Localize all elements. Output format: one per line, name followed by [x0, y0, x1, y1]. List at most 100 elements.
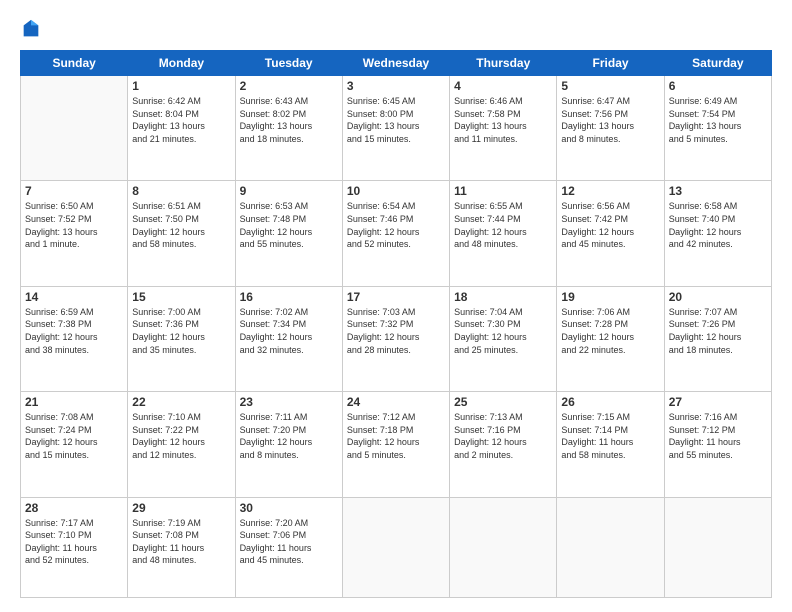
calendar-cell: 9 Sunrise: 6:53 AM Sunset: 7:48 PM Daylig…: [235, 181, 342, 286]
calendar-cell: 29 Sunrise: 7:19 AM Sunset: 7:08 PM Dayli…: [128, 497, 235, 597]
calendar-cell: 16 Sunrise: 7:02 AM Sunset: 7:34 PM Dayli…: [235, 286, 342, 391]
day-info: Sunrise: 7:17 AM Sunset: 7:10 PM Dayligh…: [25, 517, 123, 567]
day-header-monday: Monday: [128, 51, 235, 76]
day-number: 3: [347, 79, 445, 93]
day-number: 7: [25, 184, 123, 198]
day-number: 18: [454, 290, 552, 304]
day-number: 25: [454, 395, 552, 409]
page: SundayMondayTuesdayWednesdayThursdayFrid…: [0, 0, 792, 612]
calendar-cell: 28Sunrise: 7:17 AM Sunset: 7:10 PM Dayli…: [21, 497, 128, 597]
day-number: 9: [240, 184, 338, 198]
day-info: Sunrise: 7:00 AM Sunset: 7:36 PM Dayligh…: [132, 306, 230, 356]
day-header-saturday: Saturday: [664, 51, 771, 76]
day-number: 17: [347, 290, 445, 304]
calendar-cell: [342, 497, 449, 597]
week-row-2: 7 Sunrise: 6:50 AM Sunset: 7:52 PM Daylig…: [21, 181, 772, 286]
calendar-cell: 27 Sunrise: 7:16 AM Sunset: 7:12 PM Dayli…: [664, 392, 771, 497]
day-number: 29: [132, 501, 230, 515]
calendar-cell: 20 Sunrise: 7:07 AM Sunset: 7:26 PM Dayli…: [664, 286, 771, 391]
day-header-sunday: Sunday: [21, 51, 128, 76]
day-info: Sunrise: 7:13 AM Sunset: 7:16 PM Dayligh…: [454, 411, 552, 461]
day-number: 15: [132, 290, 230, 304]
day-number: 24: [347, 395, 445, 409]
logo-icon: [20, 18, 42, 40]
calendar-cell: 15 Sunrise: 7:00 AM Sunset: 7:36 PM Dayli…: [128, 286, 235, 391]
days-header-row: SundayMondayTuesdayWednesdayThursdayFrid…: [21, 51, 772, 76]
calendar-cell: 14Sunrise: 6:59 AM Sunset: 7:38 PM Dayli…: [21, 286, 128, 391]
calendar-cell: 4Sunrise: 6:46 AM Sunset: 7:58 PM Daylig…: [450, 76, 557, 181]
day-info: Sunrise: 6:51 AM Sunset: 7:50 PM Dayligh…: [132, 200, 230, 250]
day-header-friday: Friday: [557, 51, 664, 76]
day-number: 1: [132, 79, 230, 93]
day-number: 13: [669, 184, 767, 198]
calendar-cell: 8 Sunrise: 6:51 AM Sunset: 7:50 PM Daylig…: [128, 181, 235, 286]
day-number: 8: [132, 184, 230, 198]
calendar-cell: 23 Sunrise: 7:11 AM Sunset: 7:20 PM Dayli…: [235, 392, 342, 497]
calendar-cell: 6 Sunrise: 6:49 AM Sunset: 7:54 PM Daylig…: [664, 76, 771, 181]
calendar-cell: 13 Sunrise: 6:58 AM Sunset: 7:40 PM Dayli…: [664, 181, 771, 286]
calendar-cell: 24 Sunrise: 7:12 AM Sunset: 7:18 PM Dayli…: [342, 392, 449, 497]
calendar-header: SundayMondayTuesdayWednesdayThursdayFrid…: [21, 51, 772, 76]
day-info: Sunrise: 7:15 AM Sunset: 7:14 PM Dayligh…: [561, 411, 659, 461]
day-info: Sunrise: 6:43 AM Sunset: 8:02 PM Dayligh…: [240, 95, 338, 145]
week-row-5: 28Sunrise: 7:17 AM Sunset: 7:10 PM Dayli…: [21, 497, 772, 597]
day-number: 27: [669, 395, 767, 409]
calendar-cell: 11 Sunrise: 6:55 AM Sunset: 7:44 PM Dayli…: [450, 181, 557, 286]
day-number: 26: [561, 395, 659, 409]
day-info: Sunrise: 7:11 AM Sunset: 7:20 PM Dayligh…: [240, 411, 338, 461]
day-info: Sunrise: 6:49 AM Sunset: 7:54 PM Dayligh…: [669, 95, 767, 145]
calendar-cell: [557, 497, 664, 597]
day-info: Sunrise: 6:42 AM Sunset: 8:04 PM Dayligh…: [132, 95, 230, 145]
day-number: 11: [454, 184, 552, 198]
day-info: Sunrise: 6:58 AM Sunset: 7:40 PM Dayligh…: [669, 200, 767, 250]
day-info: Sunrise: 7:20 AM Sunset: 7:06 PM Dayligh…: [240, 517, 338, 567]
day-info: Sunrise: 6:47 AM Sunset: 7:56 PM Dayligh…: [561, 95, 659, 145]
day-info: Sunrise: 6:56 AM Sunset: 7:42 PM Dayligh…: [561, 200, 659, 250]
calendar-cell: 5Sunrise: 6:47 AM Sunset: 7:56 PM Daylig…: [557, 76, 664, 181]
day-number: 10: [347, 184, 445, 198]
calendar-cell: [664, 497, 771, 597]
day-number: 30: [240, 501, 338, 515]
calendar-cell: 26 Sunrise: 7:15 AM Sunset: 7:14 PM Dayli…: [557, 392, 664, 497]
day-info: Sunrise: 7:04 AM Sunset: 7:30 PM Dayligh…: [454, 306, 552, 356]
day-info: Sunrise: 7:02 AM Sunset: 7:34 PM Dayligh…: [240, 306, 338, 356]
day-number: 6: [669, 79, 767, 93]
day-info: Sunrise: 7:16 AM Sunset: 7:12 PM Dayligh…: [669, 411, 767, 461]
calendar-cell: [450, 497, 557, 597]
day-number: 12: [561, 184, 659, 198]
day-header-wednesday: Wednesday: [342, 51, 449, 76]
week-row-4: 21 Sunrise: 7:08 AM Sunset: 7:24 PM Dayli…: [21, 392, 772, 497]
day-info: Sunrise: 7:12 AM Sunset: 7:18 PM Dayligh…: [347, 411, 445, 461]
calendar-cell: 17Sunrise: 7:03 AM Sunset: 7:32 PM Dayli…: [342, 286, 449, 391]
day-number: 14: [25, 290, 123, 304]
calendar-cell: 25 Sunrise: 7:13 AM Sunset: 7:16 PM Dayli…: [450, 392, 557, 497]
calendar-cell: 10 Sunrise: 6:54 AM Sunset: 7:46 PM Dayli…: [342, 181, 449, 286]
day-number: 22: [132, 395, 230, 409]
header: [20, 18, 772, 40]
day-info: Sunrise: 6:53 AM Sunset: 7:48 PM Dayligh…: [240, 200, 338, 250]
calendar-cell: 18 Sunrise: 7:04 AM Sunset: 7:30 PM Dayli…: [450, 286, 557, 391]
day-number: 16: [240, 290, 338, 304]
day-info: Sunrise: 7:10 AM Sunset: 7:22 PM Dayligh…: [132, 411, 230, 461]
day-info: Sunrise: 6:45 AM Sunset: 8:00 PM Dayligh…: [347, 95, 445, 145]
day-info: Sunrise: 6:55 AM Sunset: 7:44 PM Dayligh…: [454, 200, 552, 250]
calendar-table: SundayMondayTuesdayWednesdayThursdayFrid…: [20, 50, 772, 598]
day-info: Sunrise: 7:19 AM Sunset: 7:08 PM Dayligh…: [132, 517, 230, 567]
day-number: 21: [25, 395, 123, 409]
day-number: 20: [669, 290, 767, 304]
day-info: Sunrise: 6:50 AM Sunset: 7:52 PM Dayligh…: [25, 200, 123, 250]
day-info: Sunrise: 7:06 AM Sunset: 7:28 PM Dayligh…: [561, 306, 659, 356]
calendar-cell: 1 Sunrise: 6:42 AM Sunset: 8:04 PM Daylig…: [128, 76, 235, 181]
calendar-cell: 22 Sunrise: 7:10 AM Sunset: 7:22 PM Dayli…: [128, 392, 235, 497]
day-number: 23: [240, 395, 338, 409]
day-info: Sunrise: 6:54 AM Sunset: 7:46 PM Dayligh…: [347, 200, 445, 250]
day-info: Sunrise: 6:46 AM Sunset: 7:58 PM Dayligh…: [454, 95, 552, 145]
day-number: 2: [240, 79, 338, 93]
calendar-body: 1 Sunrise: 6:42 AM Sunset: 8:04 PM Daylig…: [21, 76, 772, 598]
calendar-cell: 21 Sunrise: 7:08 AM Sunset: 7:24 PM Dayli…: [21, 392, 128, 497]
calendar-cell: 3 Sunrise: 6:45 AM Sunset: 8:00 PM Daylig…: [342, 76, 449, 181]
day-info: Sunrise: 7:08 AM Sunset: 7:24 PM Dayligh…: [25, 411, 123, 461]
day-info: Sunrise: 7:07 AM Sunset: 7:26 PM Dayligh…: [669, 306, 767, 356]
calendar-cell: 19Sunrise: 7:06 AM Sunset: 7:28 PM Dayli…: [557, 286, 664, 391]
week-row-1: 1 Sunrise: 6:42 AM Sunset: 8:04 PM Daylig…: [21, 76, 772, 181]
